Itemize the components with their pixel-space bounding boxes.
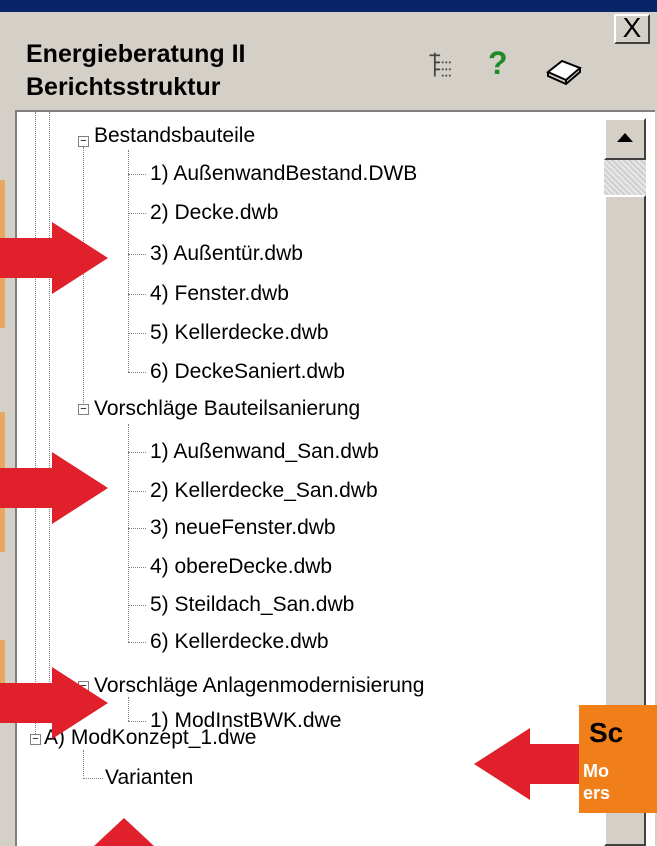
tree-item[interactable]: 6) Kellerdecke.dwb <box>150 628 329 656</box>
red-arrow-up-icon <box>94 818 154 846</box>
red-arrow-right-icon <box>0 667 108 739</box>
help-icon[interactable]: ? <box>488 47 508 79</box>
tree-item[interactable]: 1) AußenwandBestand.DWB <box>150 160 417 188</box>
red-arrow-right-icon <box>0 222 108 294</box>
red-arrow-left-icon <box>474 728 582 800</box>
tree-item[interactable]: 3) neueFenster.dwb <box>150 514 336 542</box>
callout-line-3: ers <box>583 783 611 803</box>
title-line-2: Berichtsstruktur <box>26 73 221 101</box>
annotation-callout: Sc Mo ers <box>579 705 657 813</box>
collapse-toggle[interactable]: − <box>78 404 89 415</box>
red-arrow-right-icon <box>0 452 108 524</box>
tree-guide <box>128 642 146 643</box>
tree-item[interactable]: 1) Außenwand_San.dwb <box>150 438 379 466</box>
tree-guide <box>128 333 146 334</box>
title-line-1: Energieberatung II <box>26 40 246 68</box>
tree-guide <box>128 567 146 568</box>
tree-item[interactable]: 6) DeckeSaniert.dwb <box>150 358 345 386</box>
tree-item[interactable]: 5) Kellerdecke.dwb <box>150 319 329 347</box>
tree-structure-icon[interactable] <box>426 50 456 80</box>
tree-guide <box>49 112 50 690</box>
book-icon[interactable] <box>545 56 583 86</box>
tree-item[interactable]: 4) Fenster.dwb <box>150 280 289 308</box>
tree-group-vorschlaege-bauteilsanierung[interactable]: Vorschläge Bauteilsanierung <box>94 395 360 423</box>
tree-guide <box>128 721 146 722</box>
tree-guide <box>128 213 146 214</box>
title-bar <box>0 0 657 12</box>
tree-guide <box>128 372 146 373</box>
tree-guide <box>128 491 146 492</box>
tree-guide <box>128 697 129 721</box>
tree-guide <box>35 112 36 734</box>
tree-item[interactable]: 3) Außentür.dwb <box>150 240 303 268</box>
tree-item-varianten[interactable]: Varianten <box>105 764 193 792</box>
close-button[interactable]: X <box>614 14 650 44</box>
collapse-toggle[interactable]: − <box>78 136 89 147</box>
tree-guide <box>128 528 146 529</box>
scroll-up-button[interactable] <box>604 118 646 160</box>
tree-guide <box>128 294 146 295</box>
tree-guide <box>128 424 129 642</box>
tree-item[interactable]: 5) Steildach_San.dwb <box>150 591 354 619</box>
callout-text: Mo ers <box>583 760 610 804</box>
tree-item[interactable]: 2) Kellerdecke_San.dwb <box>150 477 378 505</box>
tree-guide <box>83 750 84 776</box>
panel-title: Energieberatung II Berichtsstruktur <box>26 38 245 104</box>
tree-item[interactable]: 2) Decke.dwb <box>150 199 278 227</box>
tree-group-bestandsbauteile[interactable]: Bestandsbauteile <box>94 122 255 150</box>
tree-group-vorschlaege-anlagenmodernisierung[interactable]: Vorschläge Anlagenmodernisierung <box>94 672 424 700</box>
tree-guide <box>128 605 146 606</box>
tree-guide <box>128 452 146 453</box>
tree-guide <box>128 150 129 372</box>
callout-heading: Sc <box>589 717 624 748</box>
callout-line-2: Mo <box>583 761 609 781</box>
tree-guide <box>83 778 103 779</box>
tree-guide <box>128 254 146 255</box>
tree-guide <box>128 174 146 175</box>
tree-item[interactable]: 4) obereDecke.dwb <box>150 553 332 581</box>
